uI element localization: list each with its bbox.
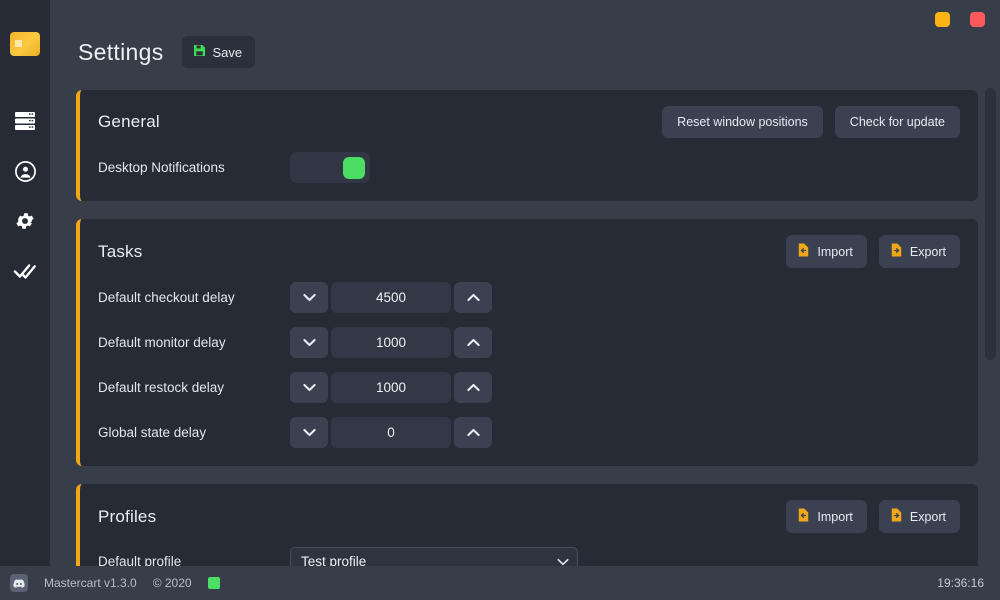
row-default-monitor-delay: Default monitor delay 1000 <box>98 327 960 358</box>
scrollbar-thumb[interactable] <box>985 88 996 360</box>
status-bar-left: Mastercart v1.3.0 © 2020 <box>10 574 220 592</box>
section-profiles-title: Profiles <box>98 506 157 526</box>
mastercart-logo[interactable] <box>10 32 40 56</box>
section-tasks: Tasks Import Export Default checkout del… <box>76 219 978 466</box>
global-state-delay-value[interactable]: 0 <box>331 417 451 448</box>
global-state-delay-label: Global state delay <box>98 425 207 440</box>
tasks-import-button[interactable]: Import <box>786 235 867 268</box>
default-monitor-delay-stepper: 1000 <box>290 327 492 358</box>
user-circle-icon <box>14 160 37 183</box>
chevron-up-icon <box>466 380 480 395</box>
row-default-profile: Default profile Test profile <box>98 547 960 566</box>
default-checkout-delay-label: Default checkout delay <box>98 290 235 305</box>
copyright: © 2020 <box>152 576 192 590</box>
minimize-button[interactable] <box>935 12 950 27</box>
section-profiles-header: Profiles Import Export <box>98 500 960 533</box>
row-desktop-notifications: Desktop Notifications <box>98 152 960 183</box>
tasks-export-button[interactable]: Export <box>878 235 960 268</box>
page-title: Settings <box>78 38 164 65</box>
tasks-import-label: Import <box>817 244 853 259</box>
section-general-header: General Reset window positions Check for… <box>98 106 960 138</box>
save-button-label: Save <box>212 44 243 60</box>
toggle-knob <box>343 156 365 179</box>
default-checkout-delay-stepper: 4500 <box>290 282 492 313</box>
default-profile-label: Default profile <box>98 554 182 566</box>
chevron-up-icon <box>466 335 480 350</box>
status-badge <box>207 577 220 589</box>
increment-button[interactable] <box>454 327 492 358</box>
settings-window: Settings Save General Reset window posit… <box>0 0 1000 600</box>
page-header: Settings Save <box>50 0 1000 76</box>
double-check-icon <box>13 261 37 281</box>
close-button[interactable] <box>970 12 985 27</box>
file-export-icon <box>890 508 903 525</box>
decrement-button[interactable] <box>290 372 328 403</box>
sidebar-item-servers[interactable] <box>0 96 50 146</box>
app-version: Mastercart v1.3.0 <box>44 576 137 590</box>
global-state-delay-stepper: 0 <box>290 417 492 448</box>
profiles-export-label: Export <box>909 509 946 524</box>
section-tasks-header: Tasks Import Export <box>98 235 960 268</box>
file-import-icon <box>797 243 810 260</box>
window-controls <box>935 12 985 27</box>
chevron-up-icon <box>466 425 480 440</box>
file-import-icon <box>797 508 810 525</box>
profiles-export-button[interactable]: Export <box>878 500 960 533</box>
default-monitor-delay-value[interactable]: 1000 <box>331 327 451 358</box>
reset-window-positions-button[interactable]: Reset window positions <box>662 106 823 138</box>
section-profiles-actions: Import Export <box>786 500 960 533</box>
chevron-down-icon <box>302 335 316 350</box>
chevron-up-icon <box>466 290 480 305</box>
section-general-title: General <box>98 112 160 131</box>
discord-icon[interactable] <box>10 574 28 592</box>
section-profiles: Profiles Import Export Default profile T… <box>76 484 978 566</box>
status-bar: Mastercart v1.3.0 © 2020 19:36:16 <box>0 566 1000 600</box>
file-export-icon <box>890 243 903 260</box>
increment-button[interactable] <box>454 417 492 448</box>
chevron-down-icon <box>302 425 316 440</box>
settings-scroll-area: General Reset window positions Check for… <box>50 76 1000 566</box>
default-restock-delay-stepper: 1000 <box>290 372 492 403</box>
row-global-state-delay: Global state delay 0 <box>98 417 960 448</box>
desktop-notifications-toggle[interactable] <box>290 152 370 183</box>
decrement-button[interactable] <box>290 327 328 358</box>
default-restock-delay-label: Default restock delay <box>98 380 225 395</box>
default-checkout-delay-value[interactable]: 4500 <box>331 282 451 313</box>
increment-button[interactable] <box>454 282 492 313</box>
scrollbar-track[interactable] <box>983 76 997 566</box>
server-stack-icon <box>13 110 37 132</box>
clock: 19:36:16 <box>937 576 984 590</box>
section-general: General Reset window positions Check for… <box>76 90 978 201</box>
row-default-checkout-delay: Default checkout delay 4500 <box>98 282 960 313</box>
chevron-down-icon <box>302 380 316 395</box>
increment-button[interactable] <box>454 372 492 403</box>
sidebar-item-tasks[interactable] <box>0 246 50 296</box>
decrement-button[interactable] <box>290 282 328 313</box>
sidebar-item-account[interactable] <box>0 146 50 196</box>
section-tasks-actions: Import Export <box>786 235 960 268</box>
section-tasks-title: Tasks <box>98 241 143 261</box>
row-default-restock-delay: Default restock delay 1000 <box>98 372 960 403</box>
profiles-import-button[interactable]: Import <box>786 500 867 533</box>
save-button[interactable]: Save <box>181 36 256 68</box>
profiles-import-label: Import <box>817 509 853 524</box>
default-profile-select[interactable]: Test profile <box>290 547 578 566</box>
tasks-export-label: Export <box>909 244 946 259</box>
default-profile-select-wrap: Test profile <box>290 547 578 566</box>
default-monitor-delay-label: Default monitor delay <box>98 335 226 350</box>
desktop-notifications-label: Desktop Notifications <box>98 160 225 175</box>
gear-icon <box>14 210 36 232</box>
default-restock-delay-value[interactable]: 1000 <box>331 372 451 403</box>
sidebar <box>0 0 50 600</box>
decrement-button[interactable] <box>290 417 328 448</box>
section-general-actions: Reset window positions Check for update <box>662 106 960 138</box>
main-area: Settings Save General Reset window posit… <box>50 0 1000 600</box>
check-for-update-button[interactable]: Check for update <box>834 106 960 138</box>
chevron-down-icon <box>302 290 316 305</box>
sidebar-item-settings[interactable] <box>0 196 50 246</box>
floppy-disk-icon <box>193 44 206 60</box>
